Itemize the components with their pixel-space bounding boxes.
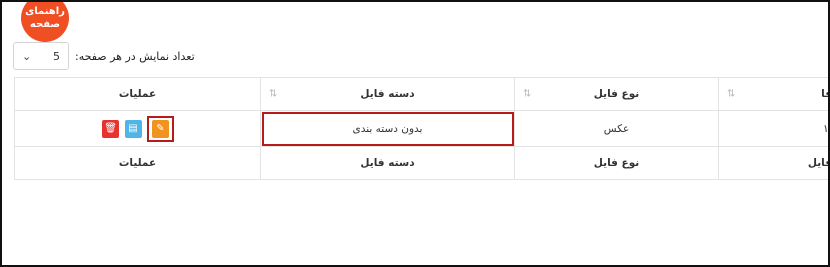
- sort-icon[interactable]: ⇅: [727, 89, 735, 100]
- table-footer-row: عملیات دسته فایل نوع فایل فایل: [14, 146, 828, 180]
- pencil-icon[interactable]: ✎: [151, 119, 169, 138]
- footer-name: فایل: [718, 146, 828, 180]
- page-frame: راهنمای صفحه ⌄ 5 تعداد نمایش در هر صفحه:…: [0, 0, 830, 267]
- table-row: 🗑 ▤ ✎ بدون دسته بندی عکس ۱.: [14, 110, 828, 147]
- trash-icon[interactable]: 🗑: [102, 119, 120, 138]
- footer-category: دسته فایل: [260, 146, 515, 180]
- cell-type: عکس: [514, 110, 719, 147]
- header-category[interactable]: ⇅ دسته فایل: [260, 77, 515, 111]
- cell-operations: 🗑 ▤ ✎: [14, 110, 261, 147]
- page-size-select[interactable]: ⌄ 5: [13, 42, 69, 70]
- footer-type: نوع فایل: [514, 146, 719, 180]
- page-help-button[interactable]: راهنمای صفحه: [21, 2, 69, 42]
- files-table: عملیات ⇅دسته فایل ⇅نوع فایل ⇅فا 🗑 ▤ ✎ بد…: [14, 77, 828, 180]
- edit-button-highlight[interactable]: ✎: [146, 115, 174, 142]
- help-badge-line1: راهنمای: [25, 6, 65, 17]
- sort-icon[interactable]: ⇅: [269, 89, 277, 100]
- page-size-label: تعداد نمایش در هر صفحه:: [75, 49, 195, 63]
- header-name[interactable]: ⇅فا: [718, 77, 828, 111]
- cell-category: بدون دسته بندی: [260, 110, 515, 147]
- page-size-control: ⌄ 5 تعداد نمایش در هر صفحه:: [13, 42, 195, 70]
- sort-icon[interactable]: ⇅: [523, 89, 531, 100]
- help-badge-line2: صفحه: [29, 19, 61, 30]
- header-type[interactable]: ⇅ نوع فایل: [514, 77, 719, 111]
- cell-name: ۱.: [718, 110, 828, 147]
- chevron-down-icon: ⌄: [22, 49, 32, 63]
- footer-operations: عملیات: [14, 146, 261, 180]
- clipboard-icon[interactable]: ▤: [124, 119, 142, 138]
- page-size-value: 5: [53, 49, 60, 63]
- header-operations: عملیات: [14, 77, 261, 111]
- table-header-row: عملیات ⇅دسته فایل ⇅نوع فایل ⇅فا: [14, 77, 828, 111]
